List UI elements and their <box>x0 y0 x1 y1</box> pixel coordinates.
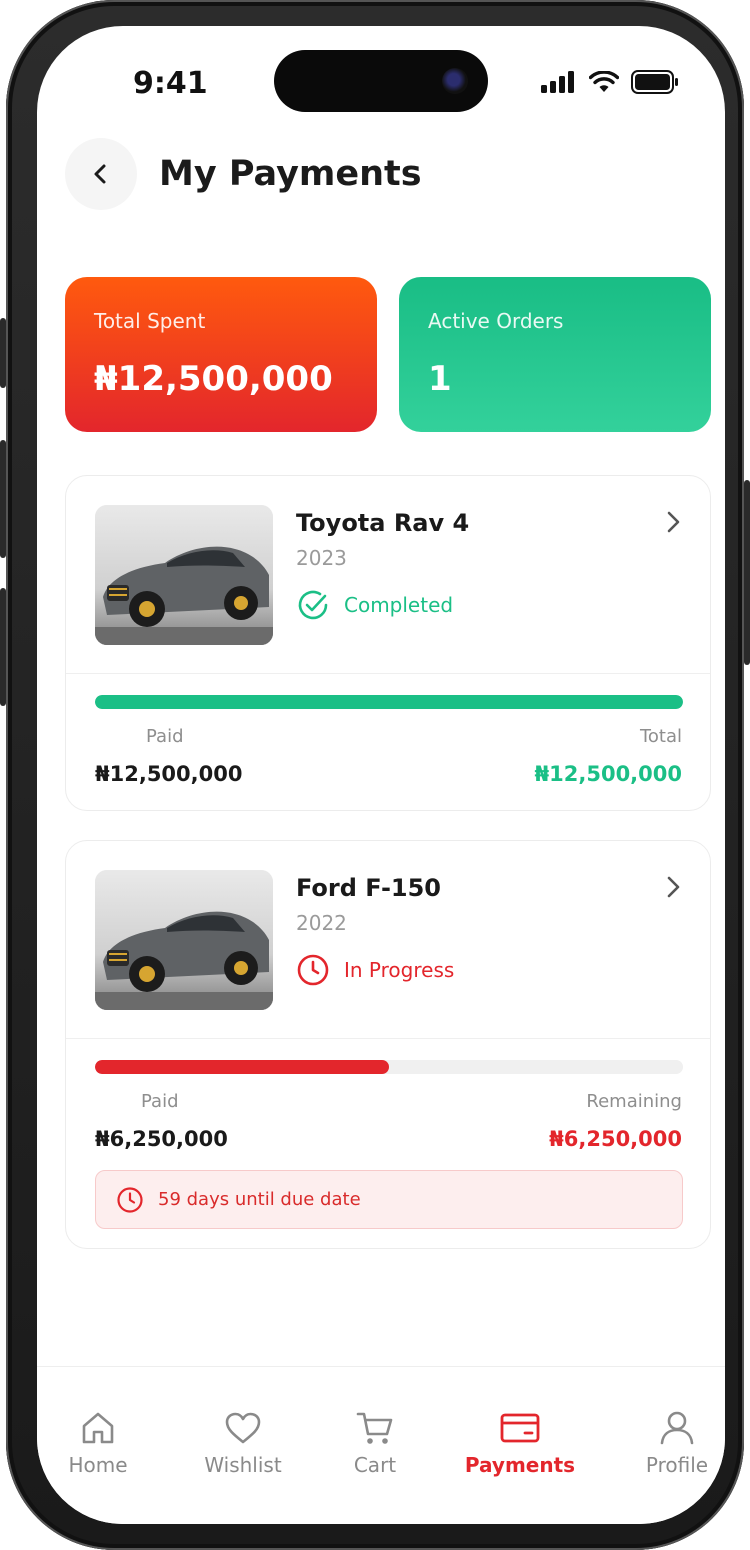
car-year: 2022 <box>296 911 347 935</box>
order-status: In Progress <box>296 953 454 987</box>
card-icon <box>500 1413 540 1443</box>
heart-icon <box>225 1412 261 1444</box>
volume-down-button <box>0 588 6 706</box>
car-illustration <box>95 505 273 645</box>
tab-payments[interactable]: Payments <box>457 1409 583 1477</box>
progress-fill <box>95 1060 389 1074</box>
car-name: Toyota Rav 4 <box>296 509 470 537</box>
tab-profile[interactable]: Profile <box>637 1409 717 1477</box>
car-name: Ford F-150 <box>296 874 441 902</box>
volume-up-button <box>0 440 6 558</box>
tab-label: Home <box>68 1453 128 1477</box>
active-orders-value: 1 <box>428 359 452 399</box>
back-button[interactable] <box>65 138 137 210</box>
card-divider <box>66 673 710 674</box>
tab-cart[interactable]: Cart <box>345 1409 405 1477</box>
tab-label: Cart <box>353 1453 397 1477</box>
tab-label: Payments <box>464 1453 576 1477</box>
dynamic-island <box>274 50 488 112</box>
total-spent-card: Total Spent ₦12,500,000 <box>65 277 377 432</box>
status-time: 9:41 <box>133 66 208 101</box>
status-icons <box>541 70 679 94</box>
camera-icon <box>442 68 468 94</box>
active-orders-card: Active Orders 1 <box>399 277 711 432</box>
phone-frame: 9:41 My Payments Total Spent ₦12,500,000… <box>0 0 750 1550</box>
tab-label: Profile <box>645 1453 709 1477</box>
clock-icon <box>117 1186 143 1213</box>
order-status: Completed <box>296 588 453 622</box>
car-year: 2023 <box>296 546 347 570</box>
check-circle-icon <box>298 590 328 620</box>
car-image <box>95 870 273 1010</box>
cart-icon <box>356 1412 393 1444</box>
paid-label: Paid <box>141 1091 179 1112</box>
paid-label: Paid <box>146 726 184 747</box>
total-spent-value: ₦12,500,000 <box>94 359 333 399</box>
status-label: In Progress <box>344 958 455 982</box>
card-divider <box>66 1038 710 1039</box>
battery-icon <box>631 70 678 94</box>
payment-progress-bar <box>95 1060 683 1074</box>
due-date-notice: 59 days until due date <box>95 1170 683 1229</box>
chevron-left-icon <box>94 164 106 184</box>
page-header: My Payments <box>65 138 422 210</box>
active-orders-label: Active Orders <box>428 309 564 333</box>
page-title: My Payments <box>159 154 422 194</box>
wifi-icon <box>589 71 619 92</box>
tab-label: Wishlist <box>204 1453 282 1477</box>
tab-wishlist[interactable]: Wishlist <box>195 1409 291 1477</box>
chevron-right-icon[interactable] <box>666 875 682 899</box>
car-image <box>95 505 273 645</box>
total-amount: ₦12,500,000 <box>534 762 682 786</box>
bottom-tab-bar: Home Wishlist Cart Payments Profile <box>37 1366 725 1524</box>
progress-fill <box>95 695 683 709</box>
due-date-text: 59 days until due date <box>158 1189 361 1210</box>
paid-amount: ₦12,500,000 <box>95 762 243 786</box>
order-card-ford[interactable]: Ford F-150 2022 In Progress Paid Remaini… <box>65 840 711 1249</box>
chevron-right-icon[interactable] <box>666 510 682 534</box>
remaining-amount: ₦6,250,000 <box>549 1127 682 1151</box>
screen: 9:41 My Payments Total Spent ₦12,500,000… <box>37 26 725 1524</box>
payment-progress-bar <box>95 695 683 709</box>
mute-switch <box>0 318 6 388</box>
order-card-toyota[interactable]: Toyota Rav 4 2023 Completed Paid Total ₦… <box>65 475 711 811</box>
remaining-label: Remaining <box>586 1091 682 1112</box>
user-icon <box>660 1411 694 1445</box>
clock-icon <box>297 954 329 986</box>
cellular-signal-icon <box>541 71 574 93</box>
paid-amount: ₦6,250,000 <box>95 1127 228 1151</box>
status-label: Completed <box>344 593 454 617</box>
total-spent-label: Total Spent <box>94 309 206 333</box>
car-illustration <box>95 870 273 1010</box>
power-button <box>744 480 750 665</box>
home-icon <box>82 1412 114 1444</box>
tab-home[interactable]: Home <box>59 1409 137 1477</box>
total-label: Total <box>639 726 682 747</box>
